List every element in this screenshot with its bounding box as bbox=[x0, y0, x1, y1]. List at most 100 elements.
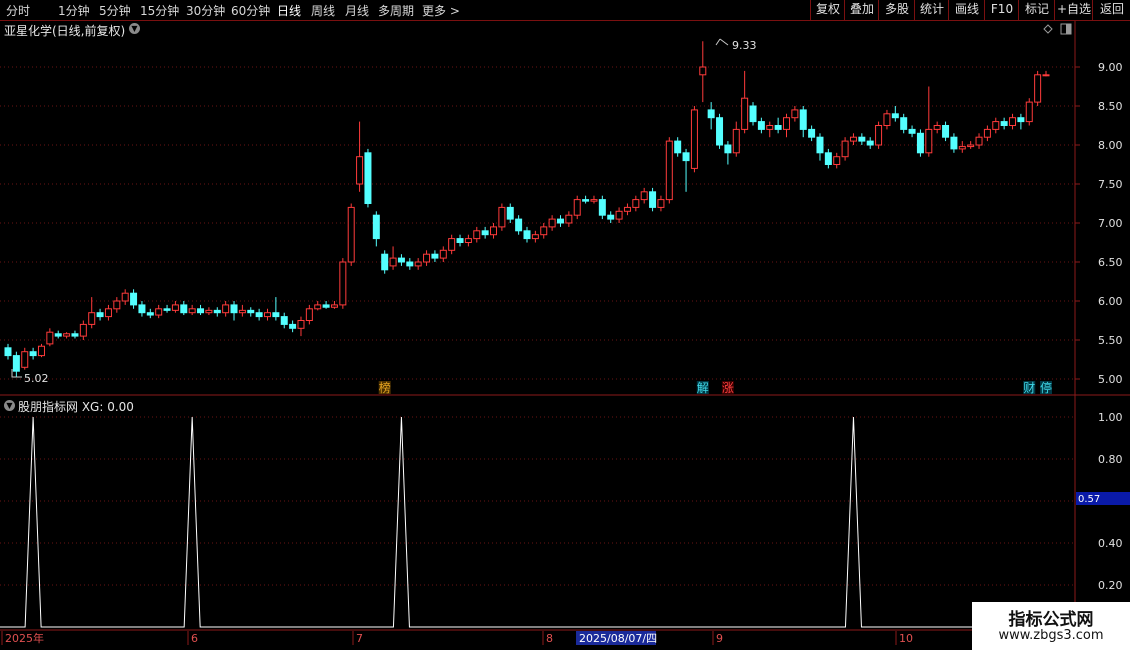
event-marker[interactable]: 财 bbox=[1023, 381, 1035, 395]
candle[interactable] bbox=[690, 106, 698, 173]
candle[interactable] bbox=[908, 125, 916, 138]
candle[interactable] bbox=[791, 106, 799, 122]
candle[interactable] bbox=[155, 304, 163, 319]
candle[interactable] bbox=[356, 121, 364, 192]
candle[interactable] bbox=[506, 203, 514, 224]
candle[interactable] bbox=[766, 121, 774, 138]
candle[interactable] bbox=[389, 246, 397, 270]
indicator-chevron-down-icon[interactable]: ▼ bbox=[4, 400, 15, 411]
candle[interactable] bbox=[816, 133, 824, 161]
candle[interactable] bbox=[674, 137, 682, 157]
candle[interactable] bbox=[481, 226, 489, 239]
candle[interactable] bbox=[942, 121, 950, 142]
candle[interactable] bbox=[983, 125, 991, 142]
candle[interactable] bbox=[1009, 113, 1017, 130]
candle[interactable] bbox=[741, 70, 749, 134]
candle[interactable] bbox=[548, 215, 556, 231]
candle[interactable] bbox=[891, 106, 899, 122]
candle[interactable] bbox=[515, 215, 523, 235]
candle[interactable] bbox=[188, 304, 196, 316]
candle[interactable] bbox=[749, 102, 757, 126]
candle[interactable] bbox=[590, 195, 598, 204]
candle[interactable] bbox=[950, 133, 958, 153]
candle[interactable] bbox=[975, 133, 983, 149]
candle[interactable] bbox=[113, 297, 121, 313]
candle[interactable] bbox=[230, 301, 238, 321]
candle[interactable] bbox=[238, 304, 246, 317]
candle[interactable] bbox=[397, 254, 405, 266]
candle[interactable] bbox=[146, 308, 154, 319]
candle[interactable] bbox=[272, 297, 280, 321]
candle[interactable] bbox=[12, 351, 20, 378]
candle[interactable] bbox=[799, 106, 807, 138]
candle[interactable] bbox=[456, 234, 464, 247]
candle[interactable] bbox=[824, 148, 832, 169]
candle[interactable] bbox=[247, 307, 255, 317]
candle[interactable] bbox=[289, 320, 297, 333]
candle[interactable] bbox=[933, 121, 941, 134]
event-markers[interactable]: 榜 解涨 财停 bbox=[378, 380, 1052, 395]
candle[interactable] bbox=[1017, 113, 1025, 130]
candle[interactable] bbox=[783, 113, 790, 138]
candle[interactable] bbox=[925, 86, 933, 157]
candle[interactable] bbox=[849, 133, 857, 145]
candle[interactable] bbox=[707, 102, 715, 130]
candle[interactable] bbox=[632, 195, 640, 212]
candle[interactable] bbox=[171, 301, 179, 313]
candle[interactable] bbox=[531, 230, 539, 243]
candle[interactable] bbox=[29, 347, 37, 360]
candle[interactable] bbox=[490, 223, 498, 239]
candle[interactable] bbox=[598, 195, 606, 220]
candle[interactable] bbox=[757, 117, 765, 134]
candle[interactable] bbox=[414, 258, 422, 270]
candle[interactable] bbox=[21, 347, 29, 370]
candle[interactable] bbox=[858, 133, 866, 145]
candle[interactable] bbox=[774, 117, 782, 134]
candle[interactable] bbox=[339, 258, 347, 309]
candle[interactable] bbox=[280, 312, 288, 329]
candle[interactable] bbox=[841, 137, 849, 161]
candle[interactable] bbox=[883, 109, 891, 130]
candle[interactable] bbox=[372, 211, 380, 247]
candle[interactable] bbox=[71, 330, 79, 339]
candle[interactable] bbox=[1042, 70, 1050, 77]
candle[interactable] bbox=[875, 121, 883, 149]
candle[interactable] bbox=[657, 195, 665, 212]
candle[interactable] bbox=[582, 195, 590, 204]
candle[interactable] bbox=[699, 41, 707, 103]
candle[interactable] bbox=[297, 316, 305, 337]
candle[interactable] bbox=[615, 207, 623, 223]
candle[interactable] bbox=[46, 328, 54, 347]
candle[interactable] bbox=[79, 320, 87, 341]
candle[interactable] bbox=[330, 301, 338, 309]
candle[interactable] bbox=[967, 141, 975, 149]
candle[interactable] bbox=[916, 129, 924, 157]
candle[interactable] bbox=[439, 246, 447, 262]
event-marker[interactable]: 解 bbox=[696, 381, 709, 395]
candle[interactable] bbox=[808, 125, 816, 142]
candlestick-series[interactable] bbox=[4, 41, 1050, 378]
candle[interactable] bbox=[464, 234, 472, 247]
kline-chart[interactable]: 9.00 8.50 8.00 7.50 7.00 6.50 6.00 5.50 5.00 9.3… bbox=[0, 0, 1130, 650]
candle[interactable] bbox=[623, 203, 631, 216]
candle[interactable] bbox=[565, 211, 573, 227]
candle[interactable] bbox=[63, 332, 71, 339]
candle[interactable] bbox=[498, 203, 506, 231]
candle[interactable] bbox=[649, 187, 657, 212]
event-marker[interactable]: 榜 bbox=[378, 380, 391, 395]
candle[interactable] bbox=[138, 301, 146, 317]
candle[interactable] bbox=[473, 226, 481, 243]
candle[interactable] bbox=[866, 137, 874, 149]
candle[interactable] bbox=[54, 330, 62, 339]
chart-corner-controls[interactable] bbox=[1043, 23, 1072, 35]
candle[interactable] bbox=[732, 121, 740, 157]
candle[interactable] bbox=[347, 203, 355, 266]
candle[interactable] bbox=[1025, 98, 1033, 126]
candle[interactable] bbox=[431, 250, 439, 262]
candle[interactable] bbox=[573, 195, 581, 220]
candle[interactable] bbox=[264, 308, 271, 321]
chevron-down-icon[interactable]: ▼ bbox=[129, 23, 140, 34]
candle[interactable] bbox=[665, 137, 673, 204]
candle[interactable] bbox=[958, 141, 966, 153]
candle[interactable] bbox=[104, 304, 112, 321]
